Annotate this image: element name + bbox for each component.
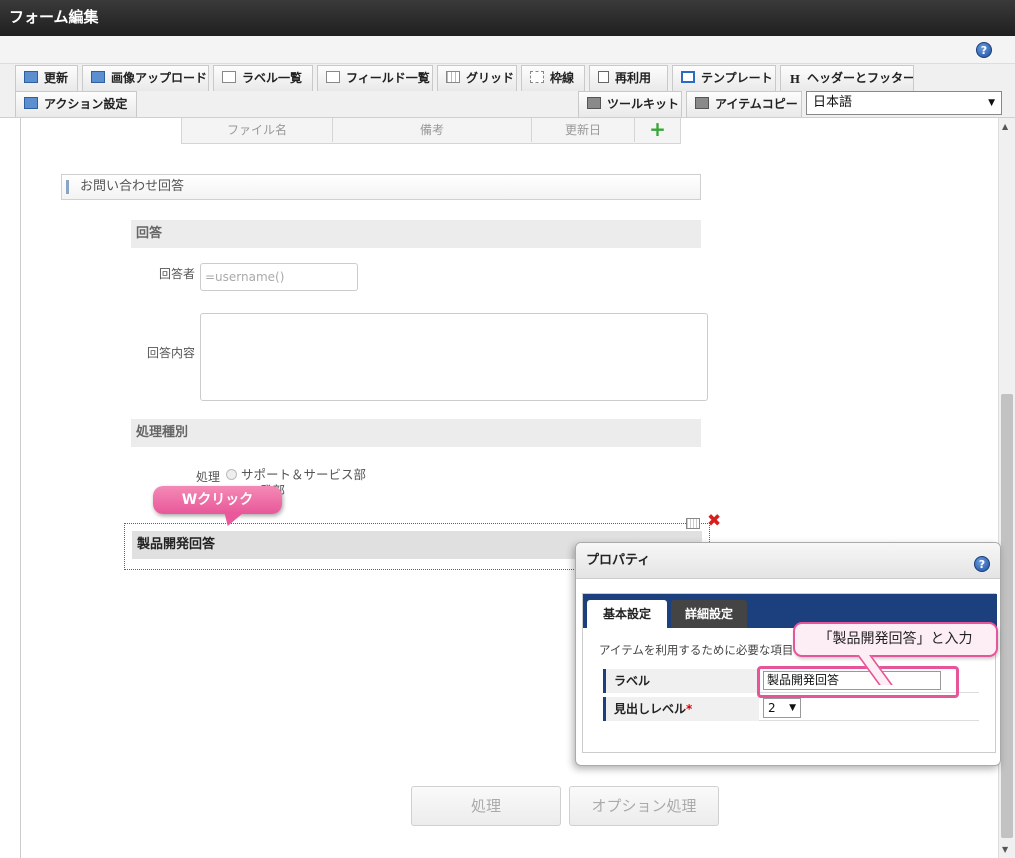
toolkit-icon [587, 97, 601, 109]
processing-label: 処理 [195, 470, 220, 484]
properties-title: プロパティ [576, 543, 1000, 579]
update-button[interactable]: 更新 [15, 65, 78, 91]
scroll-thumb[interactable] [1001, 394, 1013, 838]
properties-description: アイテムを利用するために必要な項目 [599, 643, 794, 657]
template-button[interactable]: テンプレート [672, 65, 776, 91]
file-table-header: ファイル名 備考 更新日 + [181, 118, 681, 144]
image-upload-icon [91, 71, 105, 83]
respondent-label: 回答者 [158, 267, 195, 281]
reuse-icon [598, 71, 609, 83]
answer-content-label: 回答内容 [146, 346, 195, 360]
section-title: お問い合わせ回答 [61, 174, 701, 200]
option-process-button[interactable]: オプション処理 [569, 786, 719, 826]
item-copy-button[interactable]: アイテムコピー [686, 91, 802, 117]
heading-level-label: 見出しレベル* [603, 697, 759, 721]
grid-icon [446, 71, 460, 83]
item-copy-icon [695, 97, 709, 109]
properties-help-icon[interactable]: ? [974, 556, 990, 572]
answer-content-textarea[interactable] [200, 313, 708, 401]
field-list-icon [326, 71, 340, 83]
heading-level-select[interactable]: 2 ▼ [763, 698, 801, 718]
toolkit-button[interactable]: ツールキット [578, 91, 682, 117]
note-column: 備考 [333, 118, 532, 142]
radio-button[interactable] [226, 469, 237, 480]
grid-button[interactable]: グリッド [437, 65, 517, 91]
chevron-down-icon: ▼ [988, 98, 995, 108]
process-button[interactable]: 処理 [411, 786, 561, 826]
scroll-up-icon[interactable]: ▲ [1002, 122, 1008, 131]
double-click-callout: Wクリック [153, 486, 282, 514]
field-list-button[interactable]: フィールド一覧 [317, 65, 433, 91]
label-input-highlight [757, 666, 959, 698]
updated-column: 更新日 [532, 118, 635, 142]
chevron-down-icon: ▼ [789, 703, 796, 713]
radio-support-service[interactable]: サポート＆サービス部 [226, 464, 366, 483]
required-mark: * [686, 702, 693, 716]
answer-header: 回答 [131, 220, 701, 248]
border-button[interactable]: 枠線 [521, 65, 585, 91]
tab-detail-settings[interactable]: 詳細設定 [671, 600, 747, 628]
delete-icon[interactable]: ✖ [707, 513, 721, 530]
input-hint-callout: 「製品開発回答」と入力 [793, 622, 998, 657]
reuse-button[interactable]: 再利用 [589, 65, 668, 91]
help-icon[interactable]: ? [976, 42, 992, 58]
plus-icon: + [649, 117, 666, 141]
respondent-input[interactable]: =username() [200, 263, 358, 291]
label-field-label: ラベル [603, 669, 759, 693]
window-title: フォーム編集 [0, 0, 1015, 36]
label-list-icon [222, 71, 236, 83]
processing-type-header: 処理種別 [131, 419, 701, 447]
image-upload-button[interactable]: 画像アップロード [82, 65, 209, 91]
add-file-button[interactable]: + [635, 118, 680, 142]
label-list-button[interactable]: ラベル一覧 [213, 65, 313, 91]
action-icon [24, 97, 38, 109]
help-bar: ? [0, 36, 1015, 64]
border-icon [530, 71, 544, 83]
pencil-icon [24, 71, 38, 83]
action-settings-button[interactable]: アクション設定 [15, 91, 137, 117]
header-footer-button[interactable]: H ヘッダーとフッター [780, 65, 914, 91]
header-footer-icon: H [789, 73, 801, 86]
tab-basic-settings[interactable]: 基本設定 [587, 600, 667, 628]
language-select[interactable]: 日本語 ▼ [806, 91, 1002, 115]
scroll-down-icon[interactable]: ▼ [1002, 845, 1008, 854]
template-icon [681, 71, 695, 83]
item-settings-icon[interactable] [686, 518, 700, 529]
file-name-column: ファイル名 [182, 118, 333, 142]
